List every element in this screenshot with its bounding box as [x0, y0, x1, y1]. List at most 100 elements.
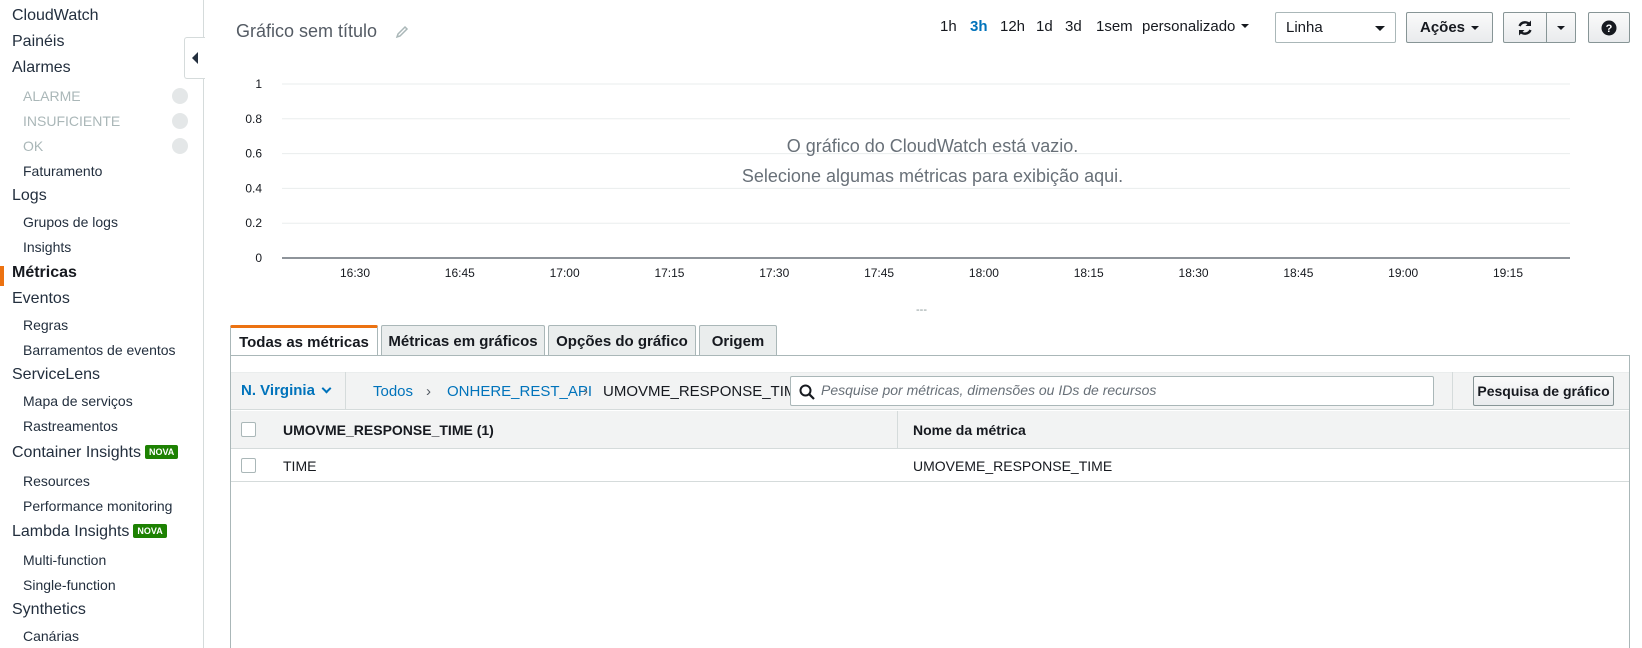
table-row[interactable]: TIME UMOVEME_RESPONSE_TIME [231, 449, 1629, 482]
sidebar-item-alarme[interactable]: ALARME [23, 88, 81, 104]
sidebar-item-performance-monitoring[interactable]: Performance monitoring [23, 498, 172, 514]
sidebar-item-synthetics[interactable]: Synthetics [12, 601, 86, 619]
x-tick-label: 17:15 [654, 266, 684, 280]
graph-title[interactable]: Gráfico sem título [236, 21, 377, 42]
range-3h[interactable]: 3h [970, 18, 988, 35]
column-header-metric-name[interactable]: Nome da métrica [913, 422, 1026, 438]
collapse-sidebar-button[interactable] [184, 37, 205, 79]
sidebar-item-mapa-de-servicos[interactable]: Mapa de serviços [23, 393, 133, 409]
tab-all-metrics[interactable]: Todas as métricas [230, 325, 378, 357]
caret-left-icon [192, 52, 198, 64]
x-tick-label: 18:00 [969, 266, 999, 280]
sidebar-item-metricas[interactable]: Métricas [12, 264, 77, 282]
x-tick-label: 16:30 [340, 266, 370, 280]
refresh-icon [1518, 20, 1532, 35]
sidebar-item-faturamento[interactable]: Faturamento [23, 163, 102, 179]
tab-graphed-metrics[interactable]: Métricas em gráficos [381, 325, 545, 356]
metrics-chart[interactable]: 1 0.8 0.6 0.4 0.2 0 16:30 16:45 17:00 17:15 17:30… [245, 72, 1610, 312]
range-1d[interactable]: 1d [1036, 18, 1053, 35]
sidebar-item-servicelens[interactable]: ServiceLens [12, 366, 100, 384]
x-tick-label: 18:45 [1283, 266, 1313, 280]
x-tick-label: 18:15 [1074, 266, 1104, 280]
x-tick-label: 19:15 [1493, 266, 1523, 280]
tab-source[interactable]: Origem [699, 325, 777, 356]
insufficient-count-badge [172, 113, 188, 129]
search-box[interactable] [790, 376, 1434, 406]
sidebar-item-label: Container Insights [12, 444, 141, 461]
column-header-dimension[interactable]: UMOVME_RESPONSE_TIME (1) [283, 422, 494, 438]
range-3d[interactable]: 3d [1065, 18, 1082, 35]
sidebar-item-insights[interactable]: Insights [23, 239, 71, 255]
range-custom[interactable]: personalizado [1142, 18, 1250, 35]
graph-search-button[interactable]: Pesquisa de gráfico [1473, 376, 1614, 406]
y-tick-label: 0.8 [245, 112, 262, 126]
sidebar-item-insuficiente[interactable]: INSUFICIENTE [23, 113, 120, 129]
breadcrumb-separator: › [426, 383, 431, 400]
sidebar-item-alarmes[interactable]: Alarmes [12, 59, 71, 77]
help-glyph: ? [1606, 23, 1613, 35]
caret-down-icon [1375, 26, 1385, 31]
refresh-options-button[interactable] [1546, 12, 1576, 43]
region-label: N. Virginia [241, 382, 315, 399]
new-badge: NOVA [144, 445, 179, 459]
graph-type-value: Linha [1286, 19, 1323, 36]
search-input[interactable] [821, 382, 1421, 398]
y-tick-label: 0 [255, 251, 262, 265]
y-tick-label: 1 [255, 77, 262, 91]
breadcrumb-current: UMOVME_RESPONSE_TIME [603, 383, 807, 400]
range-12h[interactable]: 12h [1000, 18, 1025, 35]
legend-marker: --- [916, 304, 927, 316]
sidebar-item-label: Lambda Insights [12, 523, 130, 540]
cell-metric-name: UMOVEME_RESPONSE_TIME [913, 458, 1113, 474]
sidebar-item-lambda-insights[interactable]: Lambda Insights NOVA [12, 523, 167, 541]
sidebar-item-rastreamentos[interactable]: Rastreamentos [23, 418, 118, 434]
graph-type-select[interactable]: Linha [1275, 12, 1396, 43]
range-1h[interactable]: 1h [940, 18, 957, 35]
refresh-button[interactable] [1503, 12, 1547, 43]
range-custom-label: personalizado [1142, 18, 1236, 35]
help-button[interactable]: ? [1588, 12, 1630, 43]
x-tick-label: 17:30 [759, 266, 789, 280]
sidebar-item-eventos[interactable]: Eventos [12, 290, 70, 308]
help-icon: ? [1601, 20, 1617, 35]
sidebar-item-multi-function[interactable]: Multi-function [23, 552, 106, 568]
pencil-icon[interactable] [395, 25, 409, 39]
range-1sem[interactable]: 1sem [1096, 18, 1133, 35]
sidebar-item-cloudwatch[interactable]: CloudWatch [12, 7, 99, 25]
breadcrumb-separator: › [583, 383, 588, 400]
breadcrumb-all[interactable]: Todos [373, 383, 413, 400]
x-tick-label: 18:30 [1179, 266, 1209, 280]
sidebar-item-single-function[interactable]: Single-function [23, 577, 116, 593]
caret-down-icon [1241, 24, 1250, 28]
empty-message-line1: O gráfico do CloudWatch está vazio. [786, 136, 1079, 156]
table-header: UMOVME_RESPONSE_TIME (1) Nome da métrica [231, 411, 1629, 449]
sidebar-item-grupos-de-logs[interactable]: Grupos de logs [23, 214, 118, 230]
sidebar-item-ok[interactable]: OK [23, 138, 43, 154]
search-icon [799, 384, 815, 400]
x-tick-label: 16:45 [445, 266, 475, 280]
sidebar-item-logs[interactable]: Logs [12, 187, 47, 205]
sidebar-item-regras[interactable]: Regras [23, 317, 68, 333]
x-axis: 16:30 16:45 17:00 17:15 17:30 17:45 18:00 18:15… [340, 266, 1523, 280]
toolbar-divider [1452, 372, 1453, 410]
x-tick-label: 17:45 [864, 266, 894, 280]
breadcrumb-namespace[interactable]: ONHERE_REST_API [447, 383, 592, 400]
actions-button[interactable]: Ações [1406, 12, 1493, 43]
sidebar-item-resources[interactable]: Resources [23, 473, 90, 489]
caret-down-icon [1557, 25, 1565, 30]
y-tick-label: 0.4 [245, 181, 262, 195]
sidebar-item-canarias[interactable]: Canárias [23, 628, 79, 644]
sidebar-item-barramentos[interactable]: Barramentos de eventos [23, 342, 176, 358]
x-tick-label: 19:00 [1388, 266, 1418, 280]
tab-graph-options[interactable]: Opções do gráfico [548, 325, 696, 356]
column-divider[interactable] [897, 411, 898, 449]
row-checkbox[interactable] [241, 458, 256, 473]
sidebar-item-container-insights[interactable]: Container Insights NOVA [12, 444, 179, 462]
select-all-checkbox[interactable] [241, 422, 256, 437]
empty-chart-message: O gráfico do CloudWatch está vazio. Sele… [600, 131, 1265, 191]
region-selector[interactable]: N. Virginia [241, 382, 332, 399]
alarm-count-badge [172, 88, 188, 104]
empty-message-line2: Selecione algumas métricas para exibição… [741, 166, 1124, 186]
sidebar-item-paineis[interactable]: Painéis [12, 33, 64, 51]
chevron-down-icon [321, 383, 332, 394]
